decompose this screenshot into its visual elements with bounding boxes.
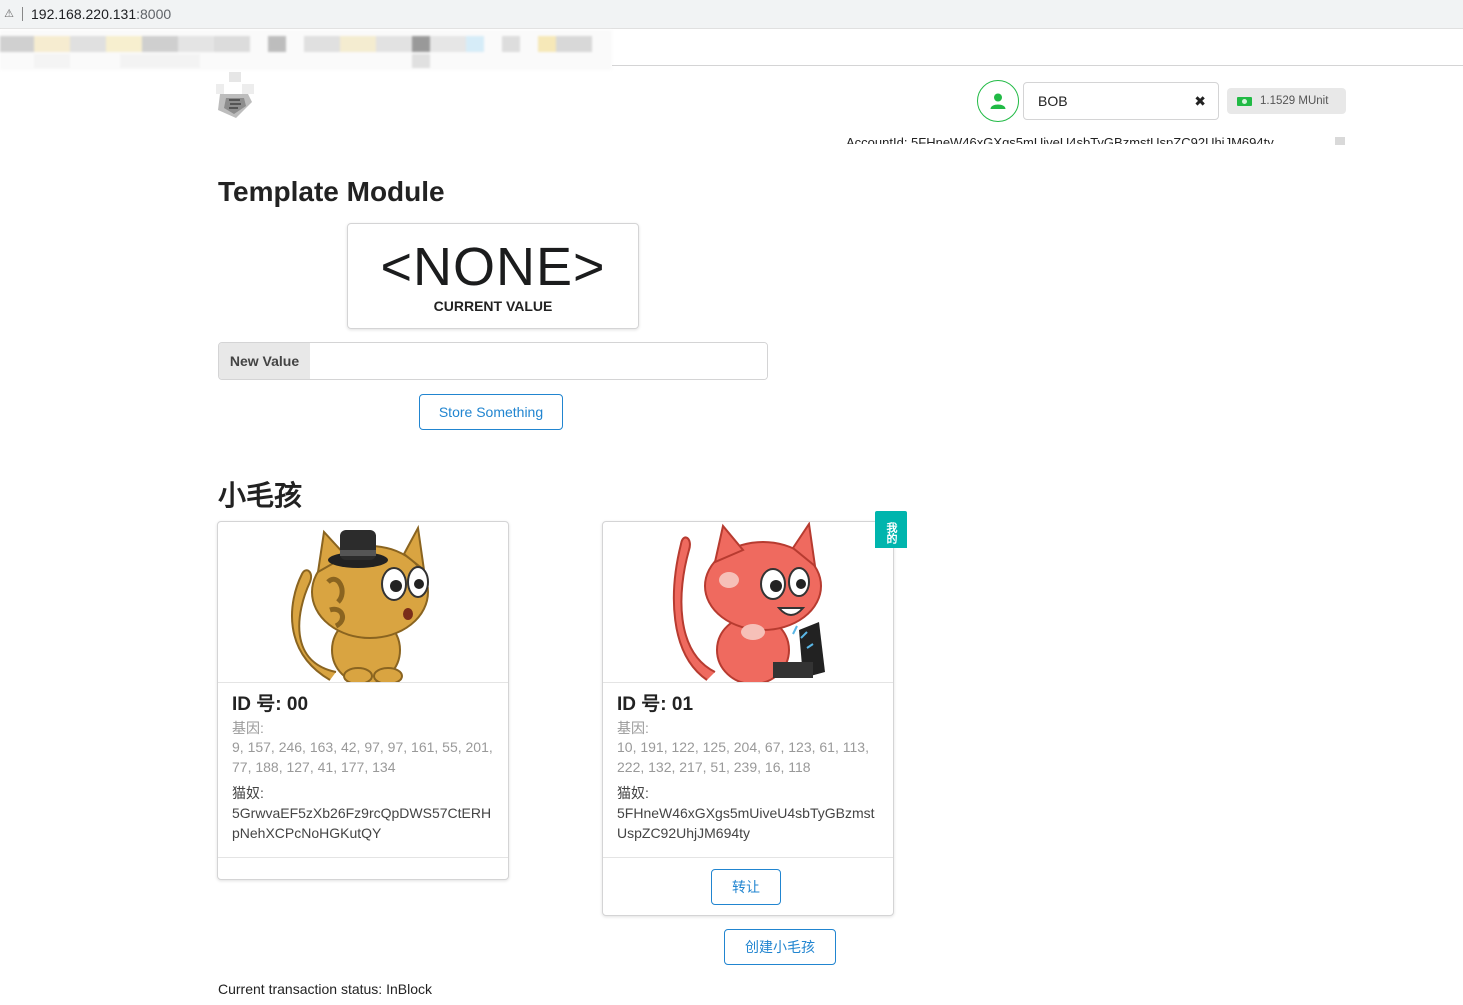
kitty-card: ID 号: 00 基因: 9, 157, 246, 163, 42, 97, 9… (217, 521, 509, 880)
kitty-dna: 10, 191, 122, 125, 204, 67, 123, 61, 113… (617, 739, 869, 775)
kitty-card-footer (218, 857, 508, 858)
kitty-image (218, 522, 508, 683)
header-divider (612, 65, 1463, 66)
balance-label: 1.1529 MUnit (1227, 88, 1346, 114)
browser-address-bar[interactable]: ⚠ 192.168.220.131:8000 (0, 0, 1463, 29)
template-module-title: Template Module (218, 176, 445, 207)
account-name: BOB (1038, 93, 1068, 109)
kitty-owner-label: 猫奴: (617, 785, 649, 801)
copy-icon[interactable] (1335, 137, 1345, 145)
current-value-card: <NONE> CURRENT VALUE (347, 223, 639, 329)
address-url[interactable]: 192.168.220.131:8000 (31, 6, 171, 22)
transaction-status: Current transaction status: InBlock (218, 981, 432, 997)
balance-value: 1.1529 MUnit (1260, 95, 1329, 107)
current-value-label: CURRENT VALUE (433, 298, 553, 314)
clear-icon[interactable]: ✖ (1194, 93, 1206, 110)
account-id-container: AccountId: 5FHneW46xGXgs5mUiveU4sbTyGBzm… (846, 134, 1316, 144)
mine-ribbon: 我的 (875, 511, 907, 548)
address-separator (22, 7, 23, 21)
kitty-id: ID 号: 01 (617, 694, 694, 715)
kitty-dna-label: 基因: (232, 720, 264, 736)
kitty-card: ID 号: 01 基因: 10, 191, 122, 125, 204, 67,… (602, 521, 894, 916)
new-value-label: New Value (219, 343, 310, 379)
site-info-icon[interactable]: ⚠ (2, 7, 16, 21)
kitty-image (603, 522, 893, 683)
kitty-id: ID 号: 00 (232, 694, 309, 715)
account-id: AccountId: 5FHneW46xGXgs5mUiveU4sbTyGBzm… (846, 135, 1274, 144)
account-selector[interactable]: BOB ✖ (1023, 82, 1219, 120)
kitties-title: 小毛孩 (218, 480, 303, 511)
new-value-input-group: New Value (218, 342, 768, 380)
kitty-dna: 9, 157, 246, 163, 42, 97, 97, 161, 55, 2… (232, 739, 493, 775)
kitty-content: ID 号: 00 基因: 9, 157, 246, 163, 42, 97, 9… (218, 683, 508, 843)
copy-account-button[interactable] (977, 80, 1019, 122)
kitty-owner: 5FHneW46xGXgs5mUiveU4sbTyGBzmstUspZC92Uh… (617, 805, 875, 841)
create-kitty-button[interactable]: 创建小毛孩 (724, 929, 836, 965)
bookmarks-bar (0, 30, 612, 70)
kitty-owner-label: 猫奴: (232, 785, 264, 801)
store-something-button[interactable]: Store Something (419, 394, 563, 430)
new-value-input[interactable] (310, 343, 767, 379)
transfer-button[interactable]: 转让 (711, 869, 781, 905)
user-icon (990, 93, 1006, 109)
kitty-owner: 5GrwvaEF5zXb26Fz9rcQpDWS57CtERHpNehXCPcN… (232, 805, 492, 841)
money-icon (1237, 96, 1252, 106)
kitty-card-footer: 转让 (603, 857, 893, 915)
kitty-content: ID 号: 01 基因: 10, 191, 122, 125, 204, 67,… (603, 683, 893, 843)
current-value: <NONE> (380, 237, 606, 297)
kitty-dna-label: 基因: (617, 720, 649, 736)
substrate-logo (216, 72, 254, 120)
